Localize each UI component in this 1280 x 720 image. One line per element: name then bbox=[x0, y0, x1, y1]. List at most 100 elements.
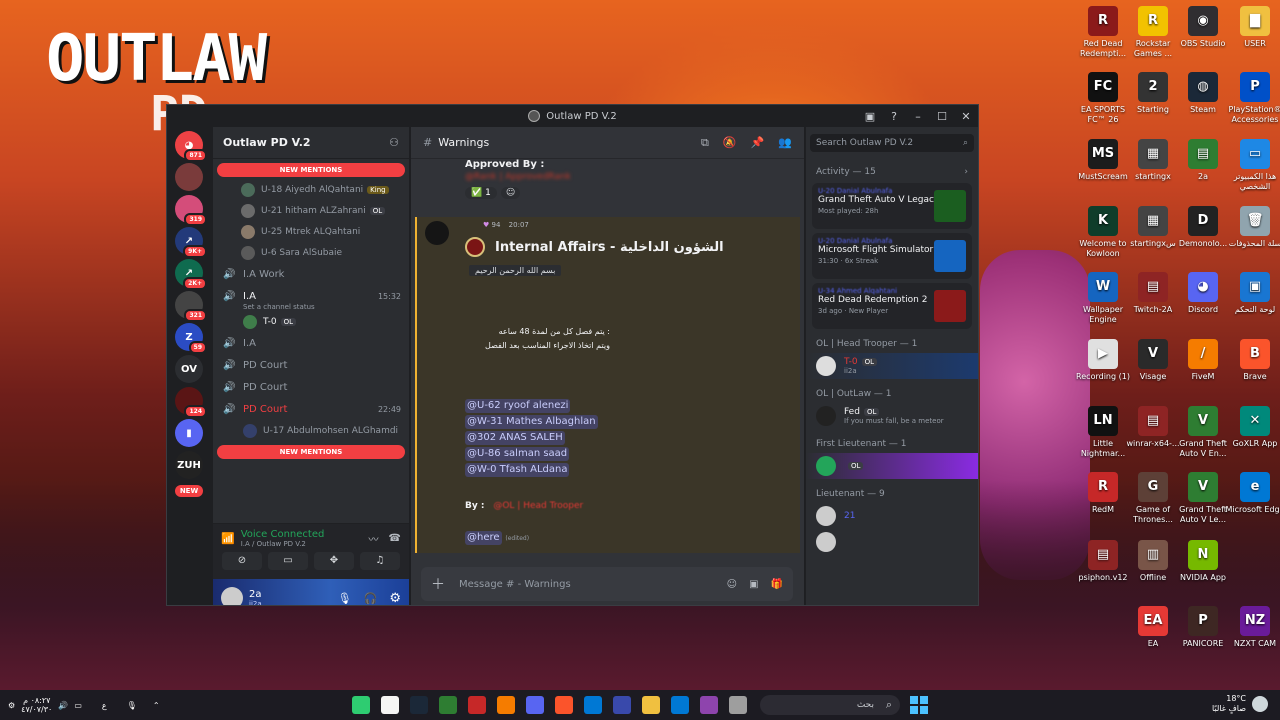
chevron-right-icon[interactable]: › bbox=[964, 167, 968, 177]
camera-off-button[interactable]: ⊘ bbox=[222, 552, 262, 570]
new-mentions-banner-bottom[interactable]: NEW MENTIONS bbox=[217, 445, 405, 459]
desktop-icon[interactable]: N NVIDIA App bbox=[1173, 540, 1233, 583]
user-mention[interactable]: @U-86 salman saad bbox=[465, 447, 570, 461]
desktop-icon[interactable]: e Microsoft Edge bbox=[1225, 472, 1280, 515]
close-button[interactable]: ✕ bbox=[954, 110, 978, 123]
server-icon[interactable]: Z 59 bbox=[175, 323, 207, 354]
user-mention[interactable]: @W-0 Tfash ALdana bbox=[465, 463, 570, 477]
mute-bell-icon[interactable]: 🔕 bbox=[723, 136, 737, 150]
soundboard-button[interactable]: ♫ bbox=[360, 552, 400, 570]
screen-share-button[interactable]: ▭ bbox=[268, 552, 308, 570]
desktop-icon[interactable]: B Brave bbox=[1225, 339, 1280, 382]
user-mention[interactable]: @U-62 ryoof alenezi bbox=[465, 399, 571, 413]
desktop-icon[interactable]: P PlayStation® Accessories bbox=[1225, 72, 1280, 125]
volume-icon[interactable]: 🔊 bbox=[58, 701, 68, 710]
desktop-icon[interactable]: NZ NZXT CAM bbox=[1225, 606, 1280, 649]
voice-status[interactable]: Voice Connected bbox=[241, 529, 325, 540]
desktop-icon[interactable]: V Grand Theft Auto V En... bbox=[1173, 406, 1233, 459]
server-icon[interactable]: ▮ bbox=[175, 419, 203, 447]
pin-icon[interactable]: 📌 bbox=[751, 136, 765, 150]
server-icon[interactable]: OV bbox=[175, 355, 203, 383]
member-row[interactable]: Fed OL If you must fall, be a meteor bbox=[806, 403, 978, 429]
server-icon[interactable]: ↗ 2K+ bbox=[175, 259, 207, 290]
emoji-icon[interactable]: ☺ bbox=[727, 579, 737, 590]
activity-card[interactable]: U-34 Ahmed Alqahtani Red Dead Redemption … bbox=[812, 283, 972, 329]
message-input[interactable]: Message # - Warnings bbox=[459, 579, 571, 590]
activity-card[interactable]: U-20 Danial Abulnafa Microsoft Flight Sim… bbox=[812, 233, 972, 279]
disconnect-icon[interactable]: ☎ bbox=[389, 533, 401, 544]
server-icon[interactable]: 124 bbox=[175, 387, 207, 418]
user-info[interactable]: 2a ii2a 🎙 🎧 ⚙ bbox=[213, 579, 409, 606]
member-row[interactable]: T-0 OL ii2a bbox=[806, 353, 978, 379]
voice-channel[interactable]: 🔊 PD Court bbox=[213, 376, 409, 398]
desktop-icon[interactable]: ◉ OBS Studio bbox=[1173, 6, 1233, 49]
desktop-icon[interactable]: / FiveM bbox=[1173, 339, 1233, 382]
desktop-icon[interactable]: ▤ 2a bbox=[1173, 139, 1233, 182]
voice-member[interactable]: U-21 hitham ALZahrani OL bbox=[213, 200, 409, 221]
tray-overflow-chevron-icon[interactable]: ⌃ bbox=[153, 701, 160, 710]
member-list-icon[interactable]: 👥 bbox=[778, 136, 792, 150]
outlook-icon[interactable] bbox=[584, 696, 602, 714]
threads-icon[interactable]: ⧉ bbox=[701, 136, 709, 150]
network-icon[interactable]: ▭ bbox=[74, 701, 82, 710]
voice-member[interactable]: U-18 Aiyedh AlQahtani King bbox=[213, 179, 409, 200]
microphone-tray-icon[interactable]: 🎙 bbox=[127, 701, 137, 710]
minimize-button[interactable]: – bbox=[906, 110, 930, 123]
settings-gear-icon[interactable]: ⚙ bbox=[389, 591, 401, 606]
widgets-icon[interactable] bbox=[352, 696, 370, 714]
server-icon[interactable]: 321 bbox=[175, 291, 207, 322]
voice-channel[interactable]: 🔊 PD Court bbox=[213, 354, 409, 376]
search-input[interactable]: Search Outlaw PD V.2 ⌕ bbox=[810, 134, 974, 152]
voice-member-court[interactable]: U-17 Abdulmohsen ALGhamdi bbox=[213, 420, 409, 441]
voice-channel[interactable]: 🔊 I.A 15:32 bbox=[213, 285, 409, 307]
desktop-icon[interactable]: P PANICORE bbox=[1173, 606, 1233, 649]
maximize-button[interactable]: ☐ bbox=[930, 110, 954, 123]
member-row[interactable] bbox=[806, 529, 978, 555]
calculator-icon[interactable] bbox=[613, 696, 631, 714]
desktop-icon[interactable]: ▭ هذا الكمبيوتر الشخصي bbox=[1225, 139, 1280, 192]
member-row[interactable]: 21 bbox=[806, 503, 978, 529]
voice-channel-path[interactable]: I.A / Outlaw PD V.2 bbox=[241, 540, 325, 548]
edge-icon[interactable] bbox=[671, 696, 689, 714]
weather-widget[interactable]: 18°C صافٍ غالبًا bbox=[1212, 694, 1268, 714]
fivem-icon[interactable] bbox=[497, 696, 515, 714]
obs-icon[interactable] bbox=[381, 696, 399, 714]
new-mentions-banner-top[interactable]: NEW MENTIONS bbox=[217, 163, 405, 177]
new-unreads-badge[interactable]: NEW bbox=[175, 485, 203, 497]
server-header[interactable]: Outlaw PD V.2 ⚇ bbox=[213, 127, 409, 159]
inbox-icon[interactable]: ▣ bbox=[858, 110, 882, 123]
message-composer[interactable]: ＋ Message # - Warnings ☺ ▣ 🎁 bbox=[421, 567, 793, 601]
member-row[interactable]: OL bbox=[806, 453, 978, 479]
add-reaction-icon[interactable]: ☺ bbox=[500, 187, 521, 199]
add-member-icon[interactable]: ⚇ bbox=[389, 136, 399, 149]
server-icon[interactable]: ZUH bbox=[175, 451, 203, 479]
voice-channel[interactable]: 🔊 PD Court 22:49 bbox=[213, 398, 409, 420]
voice-channel[interactable]: 🔊 I.A bbox=[213, 332, 409, 354]
desktop-icon[interactable]: D Demonolo... bbox=[1173, 206, 1233, 249]
terminal-icon[interactable] bbox=[729, 696, 747, 714]
desktop-icon[interactable]: ▣ لوحة التحكم bbox=[1225, 272, 1280, 315]
discord-icon[interactable] bbox=[526, 696, 544, 714]
copilot-icon[interactable] bbox=[700, 696, 718, 714]
desktop-icon[interactable]: ◕ Discord bbox=[1173, 272, 1233, 315]
reaction-check[interactable]: ✅ 1 bbox=[465, 187, 497, 199]
desktop-icon[interactable]: ▇ USER bbox=[1225, 6, 1280, 49]
user-mention[interactable]: @302 ANAS SALEH bbox=[465, 431, 565, 445]
voice-member[interactable]: U-6 Sara AlSubaie bbox=[213, 242, 409, 263]
mic-icon[interactable]: 🎙 bbox=[338, 592, 352, 605]
here-mention[interactable]: @here bbox=[465, 531, 502, 545]
server-icon[interactable]: ◕ 871 bbox=[175, 131, 207, 162]
by-role-mention[interactable]: @OL | Head Trooper bbox=[493, 501, 583, 511]
sticker-icon[interactable]: ▣ bbox=[749, 579, 758, 590]
voice-member-t0[interactable]: T-0 OL bbox=[213, 311, 409, 332]
file-explorer-icon[interactable] bbox=[642, 696, 660, 714]
user-mention[interactable]: @W-31 Mathes Albaghlan bbox=[465, 415, 598, 429]
redm-icon[interactable] bbox=[468, 696, 486, 714]
desktop-icon[interactable]: V Grand Theft Auto V Le... bbox=[1173, 472, 1233, 525]
language-indicator[interactable]: ع bbox=[102, 701, 107, 710]
activity-card[interactable]: U-20 Danial Abulnafa Grand Theft Auto V L… bbox=[812, 183, 972, 229]
voice-member[interactable]: U-25 Mtrek ALQahtani bbox=[213, 221, 409, 242]
activities-button[interactable]: ✥ bbox=[314, 552, 354, 570]
settings-icon[interactable]: ⚙ bbox=[8, 701, 15, 710]
server-icon[interactable] bbox=[175, 163, 203, 191]
